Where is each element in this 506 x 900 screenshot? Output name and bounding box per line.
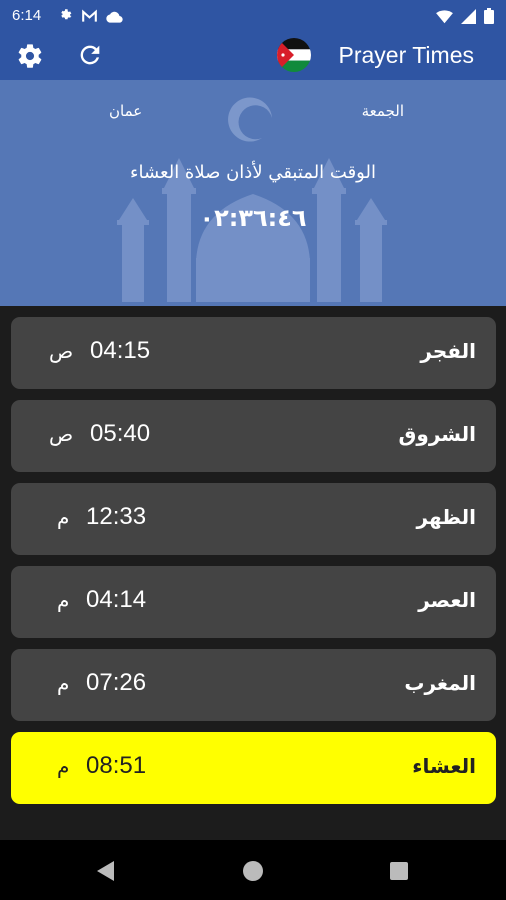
prayer-row-isha[interactable]: العشاء 08:51 م bbox=[11, 732, 496, 804]
signal-icon bbox=[461, 8, 476, 28]
cloud-icon bbox=[106, 8, 123, 27]
jordan-flag-icon bbox=[277, 38, 311, 72]
prayer-ampm: م bbox=[57, 505, 70, 529]
prayer-ampm: م bbox=[57, 671, 70, 695]
settings-gear-icon[interactable] bbox=[16, 42, 44, 74]
prayer-name: المغرب bbox=[404, 671, 476, 695]
prayer-ampm: ص bbox=[49, 422, 74, 446]
gmail-icon bbox=[81, 8, 98, 27]
prayer-time: 12:33 bbox=[86, 503, 147, 530]
refresh-icon[interactable] bbox=[76, 41, 104, 73]
prayer-ampm: م bbox=[57, 754, 70, 778]
city-name: عمان bbox=[109, 102, 143, 120]
prayer-row-maghrib[interactable]: المغرب 07:26 م bbox=[11, 649, 496, 721]
status-bar: 6:14 bbox=[0, 0, 506, 32]
prayer-row-fajr[interactable]: الفجر 04:15 ص bbox=[11, 317, 496, 389]
app-title: Prayer Times bbox=[338, 42, 474, 68]
prayer-name: العشاء bbox=[412, 754, 476, 778]
system-nav-bar bbox=[0, 840, 506, 900]
gear-icon bbox=[58, 8, 73, 27]
battery-icon bbox=[484, 8, 494, 28]
prayer-time: 04:15 bbox=[90, 337, 151, 364]
prayer-time: 04:14 bbox=[86, 586, 147, 613]
prayer-list: الفجر 04:15 ص الشروق 05:40 ص الظهر 12:33… bbox=[0, 306, 506, 840]
prayer-name: الشروق bbox=[398, 422, 476, 446]
countdown-timer: ٠٢:٣٦:٤٦ bbox=[199, 204, 307, 232]
prayer-row-sunrise[interactable]: الشروق 05:40 ص bbox=[11, 400, 496, 472]
status-time: 6:14 bbox=[12, 7, 42, 24]
prayer-time: 08:51 bbox=[86, 752, 147, 779]
prayer-time: 05:40 bbox=[90, 420, 151, 447]
prayer-row-dhuhr[interactable]: الظهر 12:33 م bbox=[11, 483, 496, 555]
prayer-time: 07:26 bbox=[86, 669, 147, 696]
home-icon[interactable] bbox=[243, 861, 263, 881]
app-bar: Prayer Times bbox=[0, 32, 506, 80]
prayer-name: الظهر bbox=[416, 505, 477, 529]
prayer-name: الفجر bbox=[420, 339, 476, 363]
prayer-ampm: م bbox=[57, 588, 70, 612]
day-name: الجمعة bbox=[361, 102, 404, 120]
status-right-icons bbox=[436, 8, 494, 28]
back-icon[interactable] bbox=[96, 861, 116, 885]
countdown-label: الوقت المتبقي لأذان صلاة العشاء bbox=[130, 162, 376, 183]
prayer-row-asr[interactable]: العصر 04:14 م bbox=[11, 566, 496, 638]
countdown-header: الجمعة عمان الوقت المتبقي لأذان صلاة الع… bbox=[0, 80, 506, 306]
mosque-illustration bbox=[117, 97, 387, 302]
wifi-icon bbox=[436, 9, 453, 28]
status-left-icons bbox=[58, 8, 123, 27]
prayer-name: العصر bbox=[418, 588, 476, 612]
recent-apps-icon[interactable] bbox=[390, 862, 408, 880]
prayer-ampm: ص bbox=[49, 339, 74, 363]
